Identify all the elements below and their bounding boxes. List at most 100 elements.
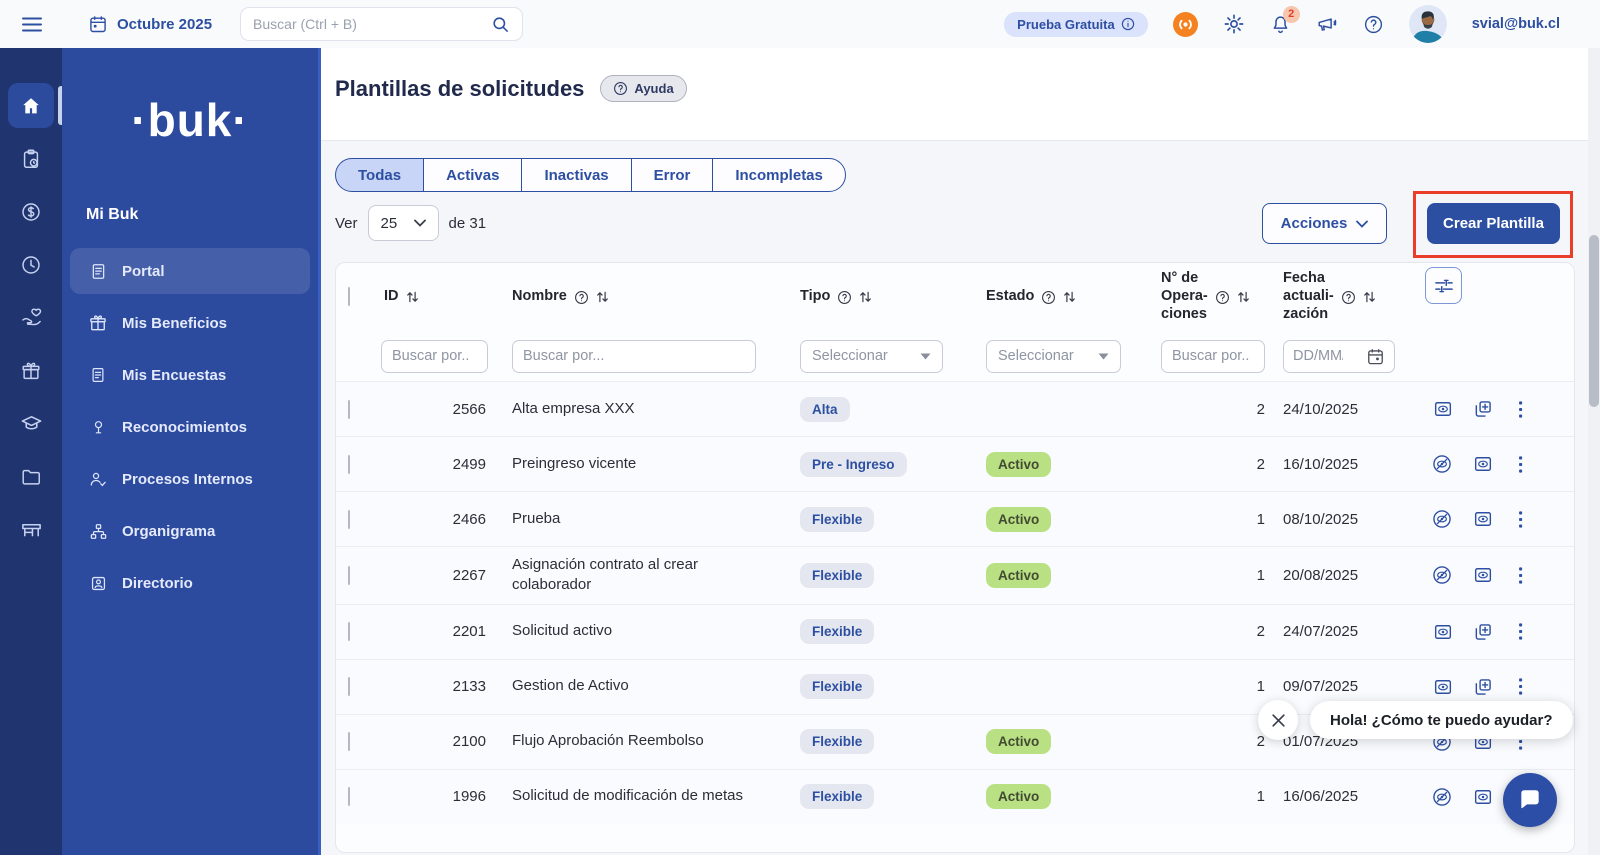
document-icon (88, 262, 108, 281)
cell-fecha: 24/10/2025 (1267, 401, 1389, 418)
sidebar-item-portal[interactable]: Portal (70, 248, 310, 294)
tab-todas[interactable]: Todas (335, 158, 424, 192)
help-fecha-icon[interactable] (1341, 290, 1356, 305)
crear-plantilla-button[interactable]: Crear Plantilla (1427, 203, 1560, 244)
hide-icon[interactable] (1431, 564, 1453, 586)
filter-date-fecha[interactable]: DD/MM/AAAA (1283, 340, 1395, 373)
education-icon (20, 412, 43, 435)
rail-item-home[interactable] (8, 83, 54, 128)
sidebar-item-mis-encuestas[interactable]: Mis Encuestas (70, 352, 310, 398)
select-all-checkbox[interactable] (348, 287, 350, 306)
tab-incompletas[interactable]: Incompletas (712, 158, 846, 192)
search-icon[interactable] (491, 15, 510, 34)
global-search[interactable] (240, 7, 523, 41)
preview-icon[interactable] (1433, 399, 1453, 419)
tab-activas[interactable]: Activas (423, 158, 522, 192)
menu-icon[interactable] (1513, 455, 1528, 474)
sidebar-item-organigrama[interactable]: Organigrama (70, 508, 310, 554)
preview-icon[interactable] (1433, 622, 1453, 642)
sidebar-section-label: Mi Buk (86, 206, 318, 224)
hamburger-menu-icon[interactable] (22, 16, 42, 33)
preview-icon[interactable] (1473, 454, 1493, 474)
help-icon[interactable] (1363, 14, 1384, 35)
rail-item-desk[interactable] (8, 507, 54, 552)
row-checkbox[interactable] (348, 732, 350, 751)
filter-input-nombre[interactable] (512, 340, 756, 373)
menu-icon[interactable] (1513, 510, 1528, 529)
preview-icon[interactable] (1473, 787, 1493, 807)
search-input[interactable] (253, 16, 491, 32)
rail-item-gift[interactable] (8, 348, 54, 393)
sidebar-item-procesos-internos[interactable]: Procesos Internos (70, 456, 310, 502)
help-estado-icon[interactable] (1041, 290, 1056, 305)
user-avatar[interactable] (1409, 5, 1447, 43)
duplicate-icon[interactable] (1473, 622, 1493, 642)
rail-item-benefits-hand[interactable] (8, 295, 54, 340)
row-checkbox[interactable] (348, 510, 350, 529)
sort-nombre-icon[interactable] (596, 290, 609, 304)
preview-icon[interactable] (1433, 677, 1453, 697)
sort-fecha-icon[interactable] (1363, 290, 1376, 304)
chat-fab-button[interactable] (1503, 773, 1557, 827)
sort-operaciones-icon[interactable] (1237, 290, 1250, 304)
filter-input-id[interactable] (381, 340, 488, 373)
sort-tipo-icon[interactable] (859, 290, 872, 304)
rail-item-clipboard[interactable] (8, 136, 54, 181)
preview-icon[interactable] (1473, 565, 1493, 585)
cell-id: 2466 (380, 511, 492, 528)
sort-id-icon[interactable] (406, 290, 419, 304)
notifications-bell-icon[interactable]: 2 (1270, 14, 1291, 35)
duplicate-icon[interactable] (1473, 399, 1493, 419)
table-row: 2466PruebaFlexibleActivo108/10/2025 (336, 491, 1574, 546)
select-placeholder: Seleccionar (998, 348, 1074, 364)
hide-icon[interactable] (1431, 453, 1453, 475)
trial-badge[interactable]: Prueba Gratuita (1004, 12, 1148, 37)
row-checkbox[interactable] (348, 677, 350, 696)
sidebar-item-directorio[interactable]: Directorio (70, 560, 310, 606)
filter-select-tipo[interactable]: Seleccionar (800, 340, 943, 373)
rail-item-folder[interactable] (8, 454, 54, 499)
menu-icon[interactable] (1513, 566, 1528, 585)
help-operaciones-icon[interactable] (1215, 290, 1230, 305)
clipboard-icon (20, 148, 42, 170)
chat-bubble-icon (1517, 787, 1543, 813)
help-chip[interactable]: Ayuda (600, 75, 686, 102)
table-filter-row: Seleccionar Seleccionar DD/MM/AAAA (336, 331, 1574, 381)
chat-message-bubble[interactable]: Hola! ¿Cómo te puedo ayudar? (1310, 701, 1573, 739)
menu-icon[interactable] (1513, 400, 1528, 419)
scrollbar-thumb[interactable] (1589, 235, 1599, 407)
row-checkbox[interactable] (348, 455, 350, 474)
chat-close-button[interactable] (1258, 700, 1298, 740)
sidebar-item-mis-beneficios[interactable]: Mis Beneficios (70, 300, 310, 346)
duplicate-icon[interactable] (1473, 677, 1493, 697)
tab-error[interactable]: Error (631, 158, 714, 192)
row-checkbox[interactable] (348, 566, 350, 585)
preview-icon[interactable] (1473, 509, 1493, 529)
announcements-megaphone-icon[interactable] (1316, 13, 1338, 35)
rail-item-money[interactable] (8, 189, 54, 234)
filter-input-operaciones[interactable] (1161, 340, 1265, 373)
settings-gear-icon[interactable] (1223, 13, 1245, 35)
tab-inactivas[interactable]: Inactivas (521, 158, 631, 192)
filter-select-estado[interactable]: Seleccionar (986, 340, 1121, 373)
page-size-select[interactable]: 25 (368, 205, 439, 241)
hide-icon[interactable] (1431, 508, 1453, 530)
acciones-button[interactable]: Acciones (1262, 203, 1387, 244)
rail-item-clock[interactable] (8, 242, 54, 287)
broadcast-icon[interactable] (1173, 12, 1198, 37)
row-checkbox[interactable] (348, 787, 350, 806)
help-tipo-icon[interactable] (837, 290, 852, 305)
sidebar-item-reconocimientos[interactable]: Reconocimientos (70, 404, 310, 450)
column-settings-button[interactable] (1425, 267, 1462, 304)
table-body: 2566Alta empresa XXXAlta224/10/20252499P… (336, 381, 1574, 824)
menu-icon[interactable] (1513, 677, 1528, 696)
menu-icon[interactable] (1513, 622, 1528, 641)
row-checkbox[interactable] (348, 400, 350, 419)
row-checkbox[interactable] (348, 622, 350, 641)
sort-estado-icon[interactable] (1063, 290, 1076, 304)
user-email[interactable]: svial@buk.cl (1472, 16, 1560, 32)
hide-icon[interactable] (1431, 786, 1453, 808)
rail-item-education[interactable] (8, 401, 54, 446)
help-nombre-icon[interactable] (574, 290, 589, 305)
period-selector[interactable]: Octubre 2025 (88, 14, 212, 34)
